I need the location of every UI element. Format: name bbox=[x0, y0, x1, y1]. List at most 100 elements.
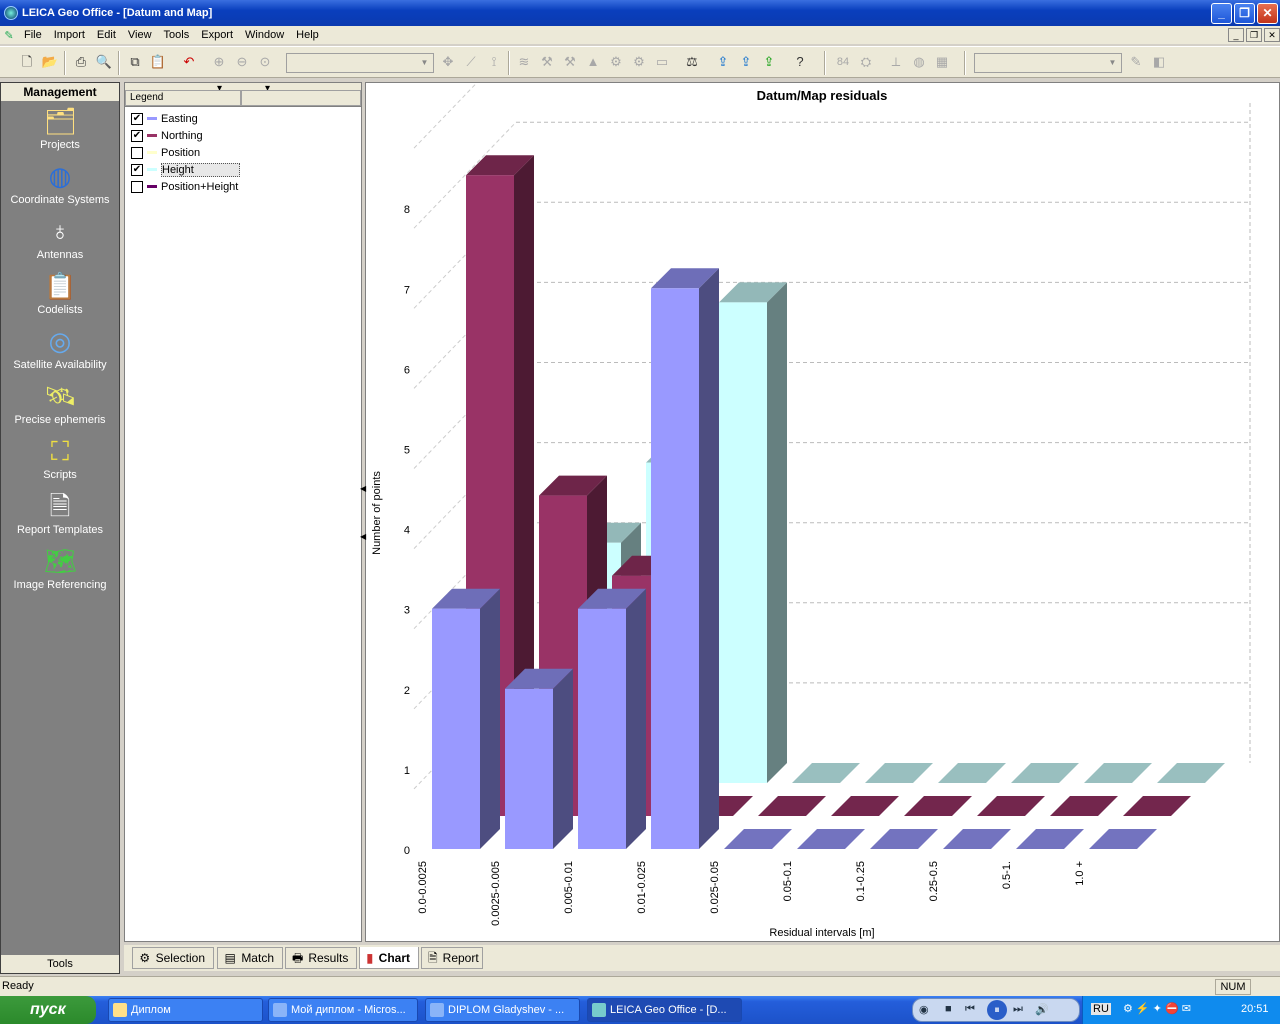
stop-icon[interactable]: ■ bbox=[945, 1003, 952, 1015]
menu-view[interactable]: View bbox=[122, 29, 158, 41]
start-button[interactable]: пуск bbox=[0, 996, 96, 1024]
mdi-close-button[interactable]: ✕ bbox=[1264, 28, 1280, 42]
counter-icon[interactable]: 84 bbox=[834, 53, 852, 71]
task-leica[interactable]: LEICA Geo Office - [D... bbox=[587, 998, 742, 1022]
tray-icons[interactable]: ⚙ ⚡ ✦ ⛔ ✉ bbox=[1123, 1002, 1191, 1015]
x-axis-label: Residual intervals [m] bbox=[769, 927, 874, 939]
task-diplom-folder[interactable]: Диплом bbox=[108, 998, 263, 1022]
legend-item-northing[interactable]: ✔ Northing bbox=[125, 127, 361, 144]
nav-satellite-availability[interactable]: ◎ Satellite Availability bbox=[1, 321, 119, 376]
menu-tools[interactable]: Tools bbox=[158, 29, 196, 41]
balance-icon[interactable]: ⚖ bbox=[683, 53, 701, 71]
language-indicator[interactable]: RU bbox=[1091, 1003, 1111, 1015]
legend-checkbox[interactable] bbox=[131, 146, 143, 159]
menu-file[interactable]: File bbox=[18, 29, 48, 41]
legend-list: ✔ Easting ✔ Northing Position ✔ Height Position… bbox=[125, 110, 361, 195]
menu-help[interactable]: Help bbox=[290, 29, 325, 41]
volume-icon[interactable]: 🔊 bbox=[1035, 1003, 1049, 1016]
link-icon[interactable]: ⟟ bbox=[485, 53, 503, 71]
legend-item-position[interactable]: Position bbox=[125, 144, 361, 161]
paste-icon[interactable]: 📋 bbox=[149, 53, 167, 71]
zoom-in-icon[interactable]: ⊕ bbox=[210, 53, 228, 71]
previous-icon[interactable]: ⏮ bbox=[965, 1003, 975, 1016]
menu-edit[interactable]: Edit bbox=[91, 29, 122, 41]
tool-icon[interactable]: ⚙ bbox=[607, 53, 625, 71]
legend-checkbox[interactable]: ✔ bbox=[131, 129, 143, 142]
minimize-button[interactable]: _ bbox=[1211, 3, 1232, 24]
measure-icon[interactable]: ⟋ bbox=[462, 53, 480, 71]
grid-icon[interactable]: ▦ bbox=[933, 53, 951, 71]
import-icon[interactable]: ⇪ bbox=[714, 53, 732, 71]
triangle-icon[interactable]: ▲ bbox=[584, 53, 602, 71]
tab-report[interactable]: 🗎 Report bbox=[421, 947, 483, 969]
legend-column-header[interactable]: Legend bbox=[125, 90, 241, 106]
nav-projects[interactable]: 🗂 Projects bbox=[1, 101, 119, 156]
zoom-out-icon[interactable]: ⊖ bbox=[233, 53, 251, 71]
pan-icon[interactable]: ✥ bbox=[439, 53, 457, 71]
export-icon[interactable]: ⇪ bbox=[737, 53, 755, 71]
mdi-restore-button[interactable]: ❐ bbox=[1246, 28, 1262, 42]
legend-item-height[interactable]: ✔ Height bbox=[125, 161, 361, 178]
tab-results[interactable]: 🖶 Results bbox=[285, 947, 357, 969]
close-button[interactable]: ✕ bbox=[1257, 3, 1278, 24]
pause-icon[interactable]: ⏸ bbox=[987, 1000, 1007, 1020]
legend-checkbox[interactable]: ✔ bbox=[131, 163, 143, 176]
tool-icon[interactable]: ⚒ bbox=[561, 53, 579, 71]
edit-icon[interactable]: ✎ bbox=[1127, 53, 1145, 71]
start-label: пуск bbox=[30, 1001, 66, 1018]
tools-footer[interactable]: Tools bbox=[1, 955, 119, 973]
maximize-button[interactable]: ❐ bbox=[1234, 3, 1255, 24]
task-word-gladyshev[interactable]: DIPLOM Gladyshev - ... bbox=[425, 998, 580, 1022]
splitter-arrow-icon[interactable]: ◀ bbox=[360, 532, 366, 541]
context-help-icon[interactable]: ? bbox=[791, 53, 809, 71]
zoom-fit-icon[interactable]: ⊙ bbox=[256, 53, 274, 71]
style-combo[interactable]: ▼ bbox=[974, 53, 1122, 73]
tool-icon[interactable]: ⚒ bbox=[538, 53, 556, 71]
undo-icon[interactable]: ↶ bbox=[180, 53, 198, 71]
panel-icon[interactable]: ◧ bbox=[1150, 53, 1168, 71]
task-word-diplom[interactable]: Мой диплом - Micros... bbox=[268, 998, 418, 1022]
tool-icon[interactable]: ≋ bbox=[515, 53, 533, 71]
open-icon[interactable]: 📂 bbox=[41, 53, 59, 71]
globe-icon[interactable]: ◍ bbox=[910, 53, 928, 71]
nav-codelists[interactable]: 📋 Codelists bbox=[1, 266, 119, 321]
legend-checkbox[interactable] bbox=[131, 180, 143, 193]
clock[interactable]: 20:51 bbox=[1241, 1003, 1269, 1015]
print-preview-icon[interactable]: 🔍 bbox=[95, 53, 113, 71]
tab-match[interactable]: ▤ Match bbox=[217, 947, 283, 969]
view-combo[interactable]: ▼ bbox=[286, 53, 434, 73]
nav-scripts[interactable]: ⛶ Scripts bbox=[1, 431, 119, 486]
legend-checkbox[interactable]: ✔ bbox=[131, 112, 143, 125]
tool-icon[interactable]: ⚙ bbox=[630, 53, 648, 71]
tab-selection[interactable]: ⚙ Selection bbox=[132, 947, 214, 969]
splitter-arrow-icon[interactable]: ◀ bbox=[360, 484, 366, 493]
nav-precise-ephemeris[interactable]: 🛰 Precise ephemeris bbox=[1, 376, 119, 431]
media-player-bar[interactable]: ◉ ■ ⏮ ⏸ ⏭ 🔊 bbox=[912, 998, 1080, 1022]
toolbar-separator bbox=[118, 51, 120, 75]
menu-import[interactable]: Import bbox=[48, 29, 91, 41]
nav-coordinate-systems[interactable]: ◍ Coordinate Systems bbox=[1, 156, 119, 211]
new-icon[interactable]: 🗋 bbox=[18, 53, 36, 71]
tool-icon[interactable]: ⛭ bbox=[857, 53, 875, 71]
mdi-minimize-button[interactable]: _ bbox=[1228, 28, 1244, 42]
menu-export[interactable]: Export bbox=[195, 29, 239, 41]
tool-icon[interactable]: ⟂ bbox=[887, 53, 905, 71]
tool-icon[interactable]: ▭ bbox=[653, 53, 671, 71]
legend-item-easting[interactable]: ✔ Easting bbox=[125, 110, 361, 127]
transfer-icon[interactable]: ⇪ bbox=[760, 53, 778, 71]
legend-panel: ▾ ▾ Legend ✔ Easting ✔ Northing Position ✔ Hei… bbox=[124, 82, 362, 942]
nav-report-templates[interactable]: 🗎 Report Templates bbox=[1, 486, 119, 541]
nav-image-referencing[interactable]: 🗺 Image Referencing bbox=[1, 541, 119, 596]
copy-icon[interactable]: ⧉ bbox=[126, 53, 144, 71]
tab-chart[interactable]: ▮ Chart bbox=[359, 947, 419, 969]
next-icon[interactable]: ⏭ bbox=[1013, 1003, 1023, 1016]
legend-swatch bbox=[147, 185, 157, 188]
bar-floor bbox=[758, 796, 826, 816]
menu-window[interactable]: Window bbox=[239, 29, 290, 41]
nav-antennas[interactable]: ♁ Antennas bbox=[1, 211, 119, 266]
print-icon[interactable]: ⎙ bbox=[72, 53, 90, 71]
chart-panel: Datum/Map residuals Number of points Resid… bbox=[365, 41, 1280, 942]
bar-floor bbox=[1050, 796, 1118, 816]
legend-item-position-height[interactable]: Position+Height bbox=[125, 178, 361, 195]
legend-column-header-2[interactable] bbox=[241, 90, 361, 106]
